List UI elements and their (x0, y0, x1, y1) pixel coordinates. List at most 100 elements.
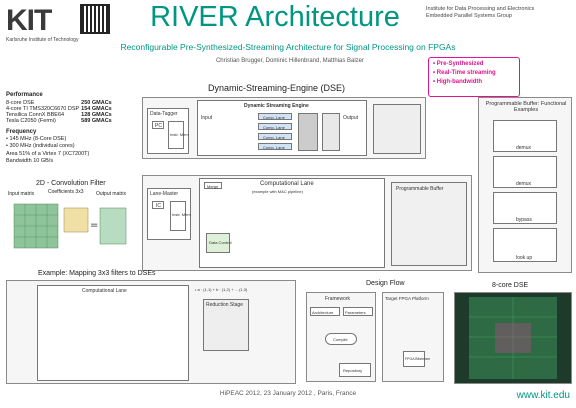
dynamic-streaming-engine-block: Dynamic Streaming Engine Input Comp. Lan… (197, 100, 367, 156)
comp-lane-2: Comp. Lane (258, 123, 292, 130)
merge-box: Merge (204, 182, 222, 189)
mapping-panel: Computational Lane Reduction Stage • a ·… (6, 280, 296, 384)
instr-mem-box: Instr. Mem (168, 121, 189, 149)
floorplan-illustration (469, 297, 557, 379)
framework-panel: Framework Architecture Parameters Compil… (306, 292, 376, 382)
eight-core-floorplan (454, 292, 572, 384)
computational-lane-block: Computational Lane (example with MAC pip… (199, 178, 385, 268)
institute-line-2: Embedded Parallel Systems Group (426, 12, 512, 19)
data-control-label: Data Control (209, 240, 232, 245)
comp-lane-label: Comp. Lane (263, 125, 285, 130)
institute-name: Institute for Data Processing and Electr… (426, 6, 576, 20)
buffer-example-label: demux (516, 181, 532, 187)
ic-label: IC (156, 203, 161, 209)
data-tagger-label: Data-Tagger (150, 111, 178, 117)
mapping-lane-block: Computational Lane (37, 285, 189, 381)
feature-2: • Real-Time streaming (433, 70, 496, 76)
data-tagger-block: Data-Tagger PC Instr. Mem (147, 108, 189, 154)
output-matrix-label: Output matrix (96, 191, 127, 197)
target-platform-panel: Target FPGA Platform FPGA Bitstream (382, 292, 444, 382)
comp-lane-4: Comp. Lane (258, 143, 292, 150)
pc-box: PC (152, 121, 164, 129)
target-platform-label: Target FPGA Platform (385, 296, 429, 301)
lane-instr-mem-box: Instr. Mem (170, 201, 191, 231)
mapping-lane-label: Computational Lane (82, 288, 127, 294)
performance-section: Performance 8-core DSE 250 GMACs 4-core T… (6, 92, 146, 164)
buffer-examples-heading: Programmable Buffer: Functional Examples (485, 101, 567, 113)
area: Area 51% of a Virtex 7 (XC7200T) (6, 151, 90, 157)
mapping-heading: Example: Mapping 3x3 filters to DSEs (38, 270, 156, 277)
poster-subtitle: Reconfigurable Pre-Synthesized-Streaming… (120, 42, 456, 52)
frequency-2: • 300 MHz (individual cores) (6, 143, 75, 149)
data-control-box: Data Control (206, 233, 232, 253)
config-slice (298, 113, 318, 151)
footer-event: HiPEAC 2012, 23 January 2012 , Paris, Fr… (219, 390, 357, 397)
buffer-example-label: bypass (516, 217, 532, 223)
svg-text:=: = (90, 220, 98, 231)
parameters-box: Parameters (343, 307, 373, 316)
lane-detail-panel: Lane-Master IC Instr. Mem Computational … (142, 175, 472, 271)
reduction-stage (322, 113, 340, 151)
lane-instr-mem-label: Instr. Mem (172, 212, 191, 217)
kit-logo: KIT (6, 4, 52, 37)
comp-lane-label: Comp. Lane (263, 115, 285, 120)
buffer-example-3: bypass (493, 192, 557, 224)
programmable-buffer-block: Programmable Buffer (391, 182, 467, 266)
lane-master-label: Lane-Master (150, 191, 179, 197)
merge-label: Merge (207, 184, 219, 189)
mapping-reduction-label: Reduction Stage (206, 302, 243, 308)
programmable-buffer-label: Programmable Buffer (396, 186, 444, 192)
mapping-reduction-block: Reduction Stage (203, 299, 249, 351)
input-matrix-label: Input matrix (8, 191, 35, 197)
buffer-example-4: look up (493, 228, 557, 262)
perf-value: 589 GMACs (81, 118, 112, 124)
performance-table: 8-core DSE 250 GMACs 4-core TI TMS320C667… (6, 100, 114, 124)
comp-lane-3: Comp. Lane (258, 133, 292, 140)
dse-label: Dynamic Streaming Engine (244, 103, 309, 109)
computational-lane-label: Computational Lane (260, 181, 314, 187)
repository-label: Repository (343, 368, 363, 373)
footer-url[interactable]: www.kit.edu (517, 391, 570, 401)
frequency-heading: Frequency (6, 129, 37, 135)
dse-overview-panel: Data-Tagger PC Instr. Mem Dynamic Stream… (142, 97, 426, 159)
comp-lane-1: Comp. Lane (258, 113, 292, 120)
parameters-label: Parameters (345, 310, 366, 315)
buffer-example-1: demux (493, 120, 557, 152)
eight-core-heading: 8-core DSE (492, 282, 529, 289)
coefficients-label: Coefficients 3x3 (48, 189, 84, 195)
perf-name: Tesla C2050 (Fermi) (6, 118, 56, 124)
qr-code-icon (80, 4, 110, 34)
ic-box: IC (152, 201, 164, 209)
input-label: Input (201, 115, 213, 121)
compile-label: Compile (333, 337, 348, 342)
instr-mem-label: Instr. Mem (170, 132, 189, 137)
output-mux-block (373, 104, 421, 154)
frequency-1: • 145 MHz (8-Core DSE) (6, 136, 67, 142)
framework-label: Framework (325, 296, 351, 302)
buffer-example-2: demux (493, 156, 557, 188)
design-flow-heading: Design Flow (366, 280, 405, 287)
convolution-heading: 2D - Convolution Filter (36, 180, 106, 187)
lane-master-block: Lane-Master IC Instr. Mem (147, 188, 191, 240)
buffer-example-label: demux (516, 145, 532, 151)
dse-heading: Dynamic-Streaming-Engine (DSE) (208, 83, 346, 93)
comp-lane-label: Comp. Lane (263, 145, 285, 150)
features-box: • Pre-Synthesized • Real-Time streaming … (428, 57, 520, 97)
institute-line-1: Institute for Data Processing and Electr… (426, 6, 535, 12)
feature-1: • Pre-Synthesized (433, 61, 484, 67)
architecture-box: Architecture (310, 307, 340, 316)
buffer-example-label: look up (516, 255, 533, 261)
architecture-label: Architecture (312, 310, 334, 315)
repository-box: Repository (339, 363, 371, 377)
comp-lane-label: Comp. Lane (263, 135, 285, 140)
convolution-illustration: = (13, 203, 127, 249)
computational-lane-sublabel: (example with MAC pipeline) (252, 189, 303, 194)
poster-title: RIVER Architecture (150, 1, 400, 33)
output-label: Output (343, 115, 359, 121)
pc-label: PC (155, 123, 162, 129)
fpga-bitstream-label: FPGA Bitstream (405, 357, 431, 361)
buffer-examples-panel: Programmable Buffer: Functional Examples… (478, 97, 572, 273)
mapping-formula: • a · (1,1) + b · (1,2) + ... (1,3) (195, 287, 248, 292)
performance-heading: Performance (6, 92, 43, 98)
fpga-bitstream-box: FPGA Bitstream (403, 351, 430, 367)
